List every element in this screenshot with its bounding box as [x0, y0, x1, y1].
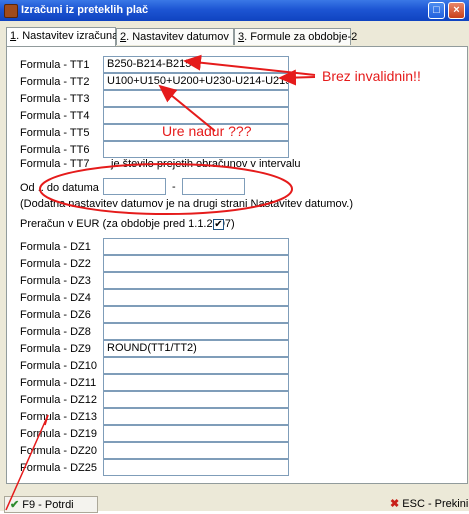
- annotation-invalid: Brez invalidnin!!: [322, 68, 421, 84]
- arrow-to-tt2: [278, 69, 316, 86]
- arrow-to-tt1: [183, 54, 316, 76]
- date-highlight-ellipse: [39, 163, 293, 215]
- pointer-line-left: [5, 414, 49, 511]
- annotation-hours: Ure nadur ???: [162, 123, 252, 139]
